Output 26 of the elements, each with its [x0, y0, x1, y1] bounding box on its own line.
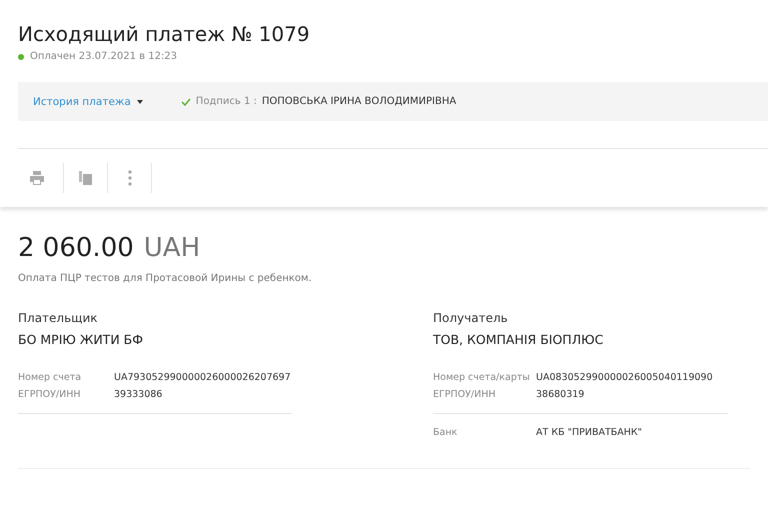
signature-label: Подпись 1 :: [196, 96, 257, 107]
more-icon: [128, 170, 132, 186]
field-value: 38680319: [536, 388, 586, 402]
field-label: Номер счета: [18, 371, 82, 385]
field-value: АТ КБ "ПРИВАТБАНК": [536, 426, 644, 440]
signer-name: ПОПОВСЬКА ІРИНА ВОЛОДИМИРІВНА: [262, 96, 456, 107]
copy-icon: [78, 171, 92, 185]
status-text: Оплачен 23.07.2021 в 12:23: [30, 51, 178, 62]
party-heading: Плательщик: [18, 311, 99, 325]
caret-icon: [136, 100, 143, 104]
print-icon: [30, 171, 44, 185]
field-label: Банк: [433, 426, 458, 440]
field-label: Номер счета/карты: [433, 371, 531, 385]
payment-purpose: Оплата ПЦР тестов для Протасовой Ирины с ребенком.: [18, 273, 313, 284]
field-label: ЕГРПОУ/ИНН: [433, 388, 497, 402]
field-label: ЕГРПОУ/ИНН: [18, 388, 82, 402]
party-name: БО МРІЮ ЖИТИ БФ: [18, 332, 144, 347]
amount-currency: UAH: [144, 233, 200, 263]
history-link[interactable]: История платежа: [33, 96, 143, 108]
field-value: 39333086: [114, 388, 164, 402]
field-value: UA793052990000026000026207697: [114, 371, 292, 385]
party-name: ТОВ, КОМПАНІЯ БІОПЛЮС: [433, 332, 604, 347]
party-heading: Получатель: [433, 311, 509, 325]
field-value: UA083052990000026005040119090: [536, 371, 714, 385]
amount-value: 2 060.00: [18, 233, 134, 263]
page-title: Исходящий платеж № 1079: [18, 22, 311, 46]
